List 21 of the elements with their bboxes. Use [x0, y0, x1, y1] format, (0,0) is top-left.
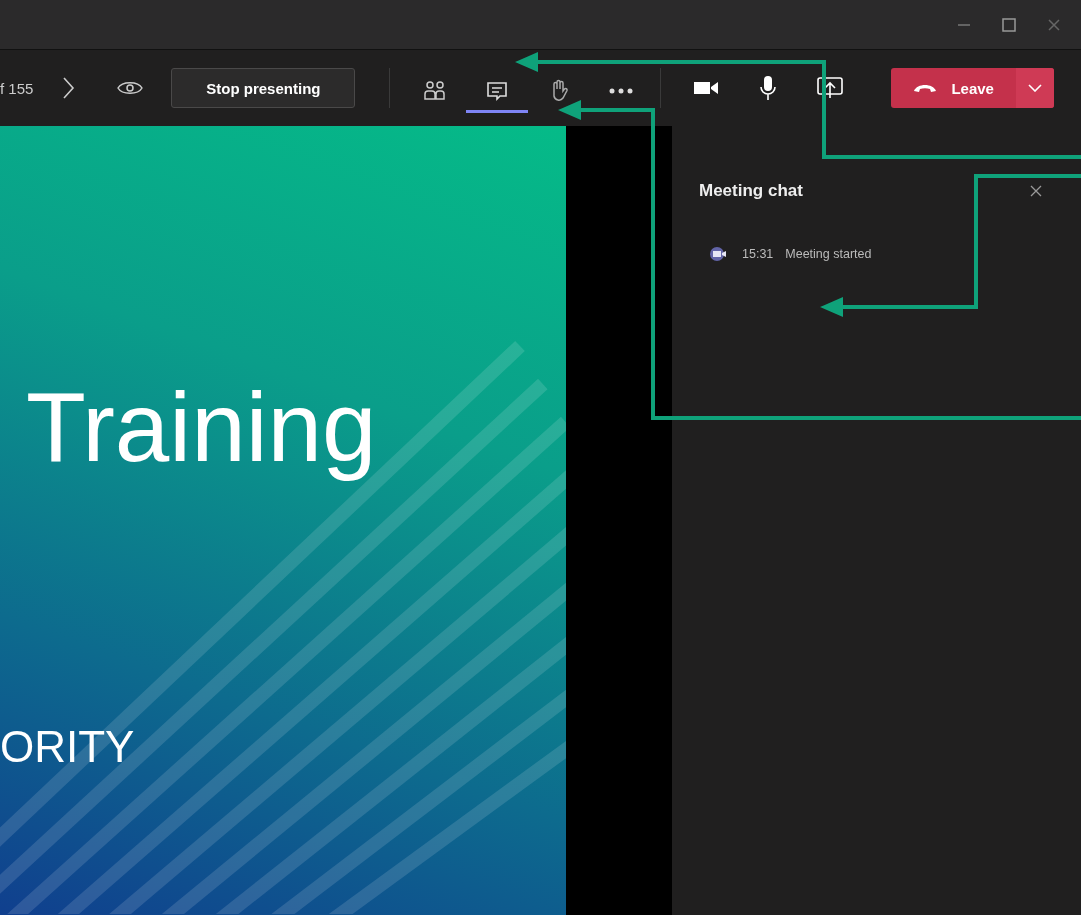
close-icon[interactable]: [1030, 185, 1042, 197]
more-icon: [608, 86, 635, 95]
chat-icon: [486, 79, 509, 102]
people-icon: [423, 78, 448, 103]
eye-icon[interactable]: [117, 80, 144, 96]
chat-title: Meeting chat: [699, 181, 803, 201]
share-screen-icon[interactable]: [817, 76, 844, 100]
chevron-down-icon: [1027, 84, 1042, 92]
chevron-right-icon[interactable]: [61, 76, 76, 100]
stop-presenting-button[interactable]: Stop presenting: [171, 68, 356, 108]
slide-title: Training: [26, 374, 377, 482]
event-text: Meeting started: [785, 247, 872, 261]
leave-options-button[interactable]: [1015, 68, 1054, 108]
camera-icon[interactable]: [693, 79, 720, 97]
close-icon[interactable]: [1047, 17, 1061, 32]
event-time: 15:31: [742, 247, 774, 261]
phone-hang-up-icon: [913, 83, 938, 93]
microphone-icon[interactable]: [759, 75, 778, 101]
maximize-icon[interactable]: [1001, 16, 1017, 33]
slide-subtitle: ORITY: [0, 722, 135, 772]
page-counter: f 155: [0, 79, 34, 97]
